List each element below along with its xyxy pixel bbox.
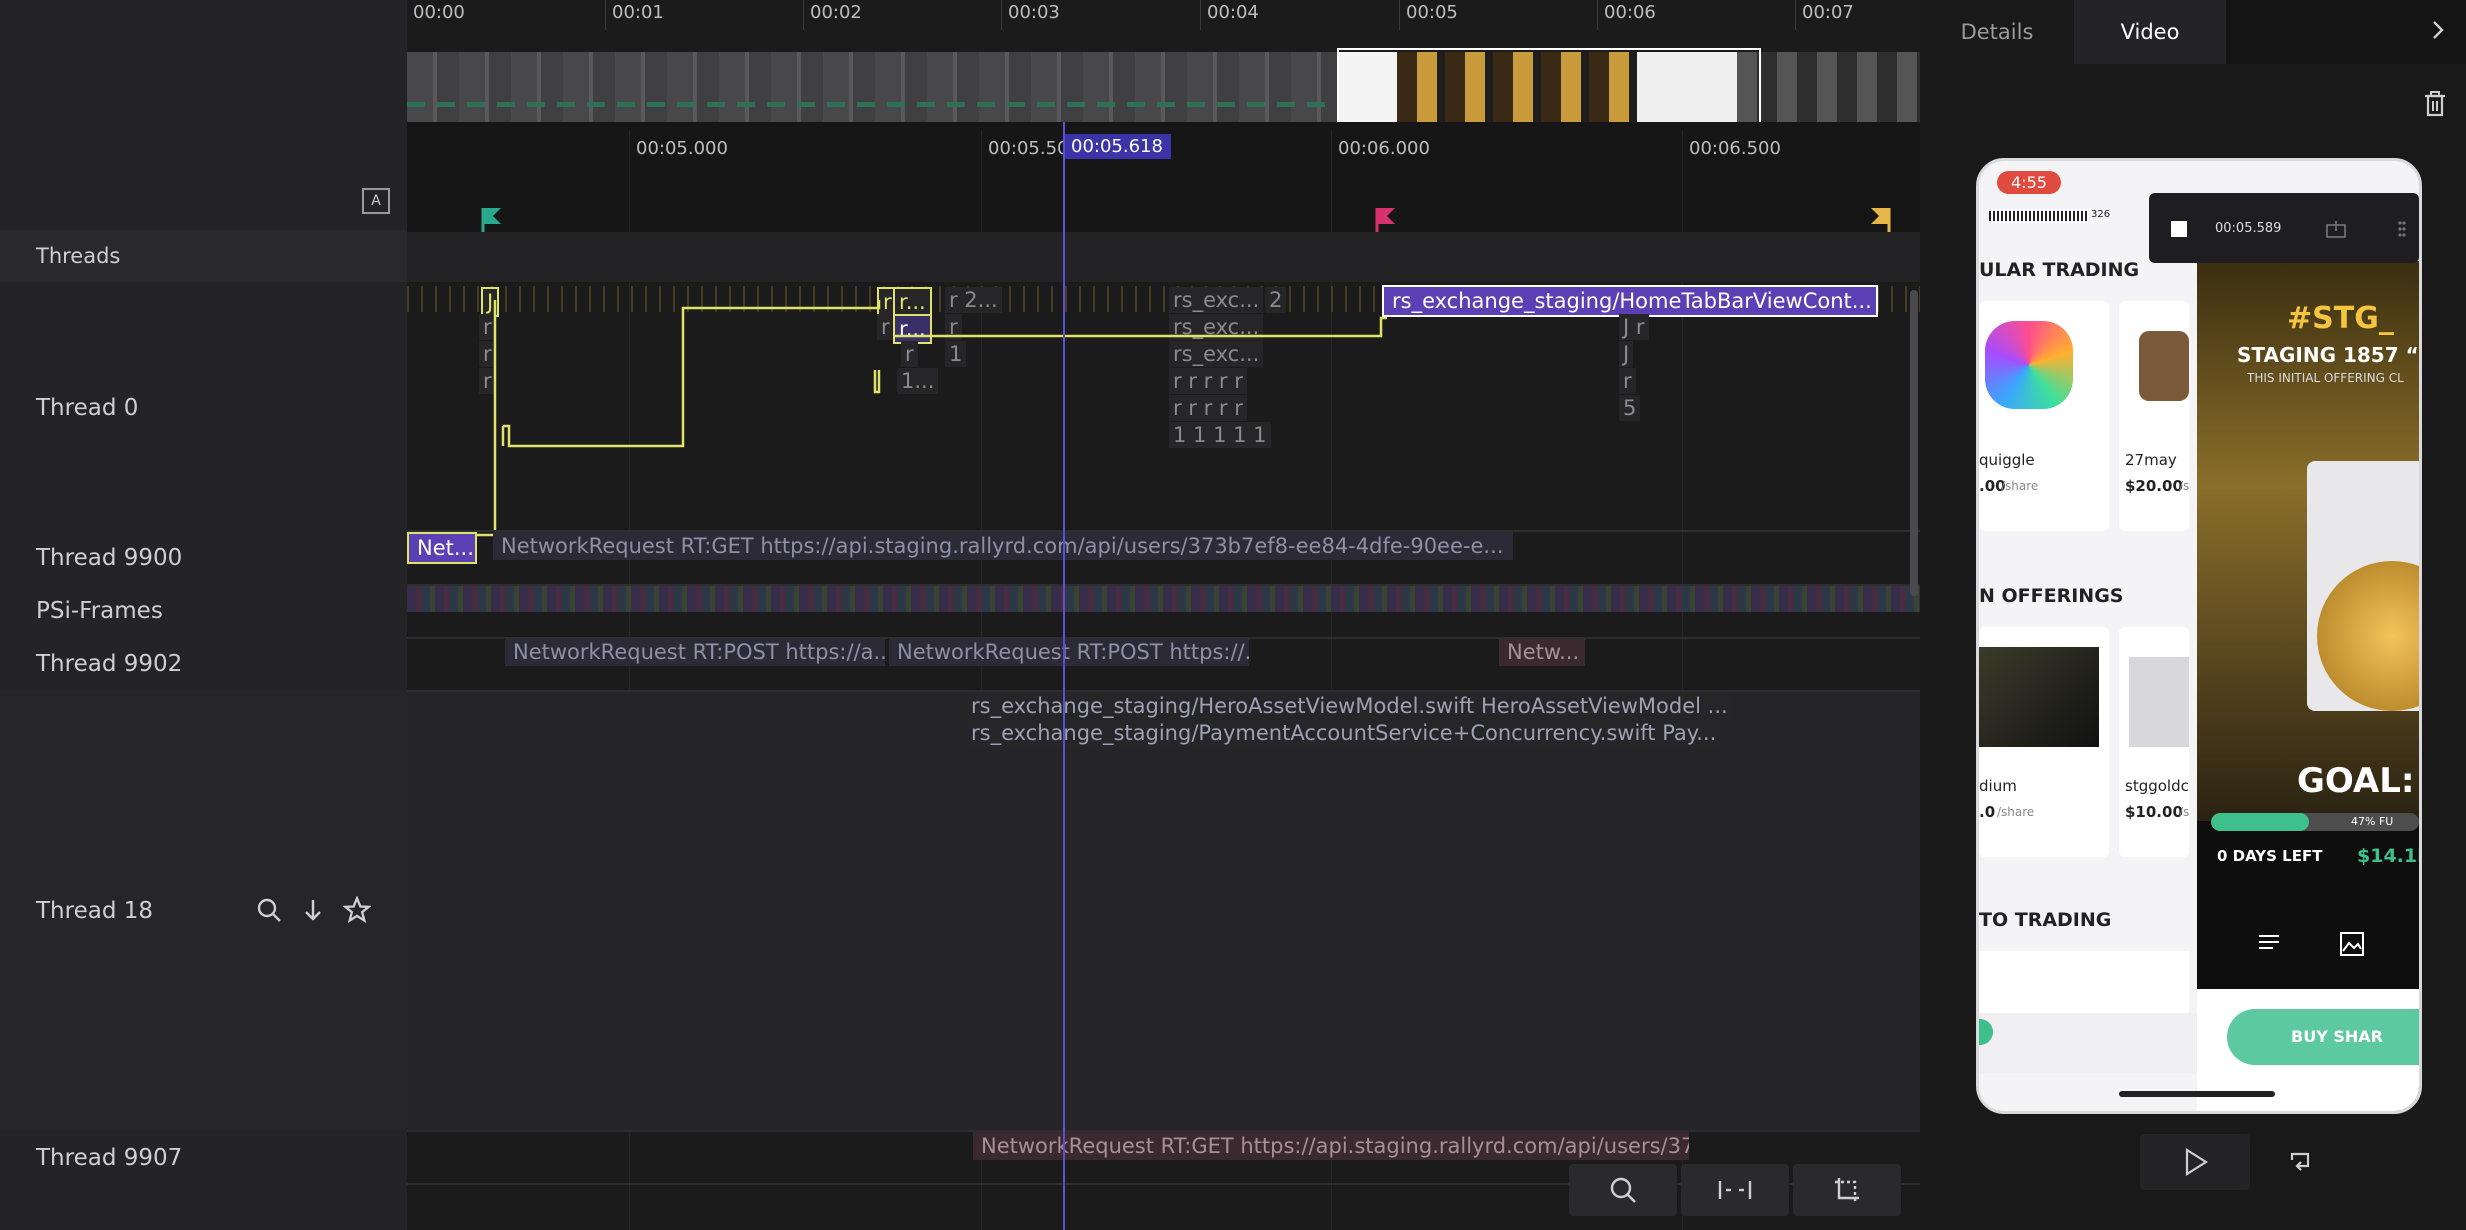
thread-18-label[interactable]: Thread 18	[36, 898, 153, 924]
motorcycle-image	[1979, 647, 2099, 747]
thread18-slice[interactable]: rs_exchange_staging/HeroAssetViewModel.s…	[967, 693, 1732, 719]
play-icon	[2184, 1148, 2208, 1176]
tab-video[interactable]: Video	[2074, 0, 2226, 64]
status-time: 4:55	[1997, 171, 2061, 194]
card-asset-1[interactable]: quiggle .00 /share	[1979, 301, 2109, 531]
annotation-toggle[interactable]: A	[362, 188, 390, 214]
thread9900-net-slice[interactable]: Net...	[407, 532, 477, 564]
card-unit: /share	[1997, 805, 2035, 819]
card-price: .0	[1979, 803, 1996, 821]
tab-details[interactable]: Details	[1920, 0, 2074, 64]
barcode	[1989, 211, 2089, 221]
promo-overlay[interactable]: #STG_ STAGING 1857 “SI THIS INITIAL OFFE…	[2197, 261, 2419, 1111]
promo-title: STAGING 1857 “SI	[2237, 343, 2419, 367]
star-icon[interactable]	[343, 896, 371, 924]
drag-handle-icon[interactable]	[2397, 219, 2407, 239]
thread-0-label[interactable]: Thread 0	[36, 395, 138, 421]
card-unit: /share	[2001, 479, 2039, 493]
thread-18-bg	[407, 692, 1920, 1130]
fit-range-button[interactable]	[1681, 1164, 1789, 1216]
chevron-right-icon[interactable]	[2428, 18, 2448, 42]
card-name: 27may	[2125, 451, 2177, 469]
promo-subtitle: THIS INITIAL OFFERING CL	[2247, 371, 2404, 385]
stop-icon[interactable]	[2171, 221, 2187, 237]
dependency-path	[475, 300, 1387, 537]
card-asset-2[interactable]: 27may $20.00 /s	[2119, 301, 2189, 531]
thread18-slice[interactable]: rs_exchange_staging/PaymentAccountServic…	[967, 720, 1721, 746]
play-button[interactable]	[2140, 1134, 2250, 1190]
bottom-tabbar	[1979, 1013, 2199, 1073]
thread9902-request-slice[interactable]: NetworkRequest RT:POST https://a...	[505, 638, 885, 666]
thread9900-request-slice[interactable]: NetworkRequest RT:GET https://api.stagin…	[493, 532, 1513, 560]
zoom-icon	[1609, 1176, 1637, 1204]
share-icon[interactable]	[2325, 219, 2347, 239]
fit-range-icon	[1717, 1178, 1753, 1202]
trash-icon[interactable]	[2422, 90, 2448, 118]
recording-bar	[2149, 193, 2419, 263]
thread9907-request-slice[interactable]: NetworkRequest RT:GET https://api.stagin…	[973, 1132, 1689, 1160]
timeline-area[interactable]: 00:00 00:01 00:02 00:03 00:04 00:05 00:0…	[407, 0, 1920, 1230]
asset-art	[1985, 321, 2073, 409]
card-unit: /s	[2179, 805, 2189, 819]
funding-progress-fill	[2211, 813, 2309, 831]
promo-amount: $14.1K	[2357, 845, 2419, 867]
video-frame[interactable]: 4:55 326 ULAR TRADING quiggle .00 /share…	[1976, 158, 2422, 1114]
section-popular: ULAR TRADING	[1979, 259, 2140, 281]
psi-frames-band	[407, 586, 1920, 612]
psi-frames-label[interactable]: PSi-Frames	[36, 598, 163, 624]
text-icon[interactable]	[2257, 931, 2281, 955]
card-name: stggoldc	[2125, 777, 2189, 795]
section-to-trading: TO TRADING	[1979, 909, 2112, 931]
image-icon[interactable]	[2339, 931, 2365, 957]
zoom-button[interactable]	[1569, 1164, 1677, 1216]
arrow-down-icon[interactable]	[300, 897, 326, 923]
thread9902-request-slice[interactable]: NetworkRequest RT:POST https://...	[889, 638, 1249, 666]
recording-time: 00:05.589	[2215, 221, 2282, 236]
loop-icon	[2286, 1148, 2314, 1176]
card-row-bottom	[1979, 951, 2189, 1021]
playhead-cursor[interactable]	[1063, 122, 1065, 1230]
card-asset-3[interactable]: dium .0 /share	[1979, 627, 2109, 857]
thread-9902-label[interactable]: Thread 9902	[36, 651, 182, 677]
promo-days-left: 0 DAYS LEFT	[2217, 847, 2323, 865]
card-unit: /s	[2179, 479, 2189, 493]
card-asset-4[interactable]: stggoldc $10.00 /s	[2119, 627, 2189, 857]
section-offerings: N OFFERINGS	[1979, 585, 2124, 607]
barcode-number: 326	[2091, 209, 2111, 220]
watch-image	[2139, 331, 2189, 401]
thread-9907-label[interactable]: Thread 9907	[36, 1145, 182, 1171]
card-name: dium	[1979, 777, 2017, 795]
coin-image	[2129, 657, 2189, 747]
promo-percent: 47% FU	[2351, 815, 2394, 828]
timeline-scrollbar[interactable]	[1910, 290, 1918, 596]
card-name: quiggle	[1979, 451, 2035, 469]
right-panel: Details Video 4:55 326 ULAR TRADING quig…	[1920, 0, 2466, 1230]
buy-shares-label: BUY SHAR	[2291, 1027, 2383, 1046]
card-price: $10.00	[2125, 803, 2183, 821]
crop-button[interactable]	[1793, 1164, 1901, 1216]
thread9902-request-slice[interactable]: Netw...	[1499, 638, 1585, 666]
threads-header: Threads	[36, 244, 121, 268]
loop-button[interactable]	[2272, 1138, 2328, 1186]
search-icon[interactable]	[256, 897, 282, 923]
thread-label-column: Threads Thread 0 Thread 9900 PSi-Frames …	[0, 0, 407, 1230]
promo-goal: GOAL: $	[2297, 761, 2419, 801]
promo-tag: #STG_	[2287, 301, 2394, 336]
crop-icon	[1833, 1176, 1861, 1204]
card-price: $20.00	[2125, 477, 2183, 495]
thread-9900-label[interactable]: Thread 9900	[36, 545, 182, 571]
home-indicator	[2119, 1091, 2275, 1097]
